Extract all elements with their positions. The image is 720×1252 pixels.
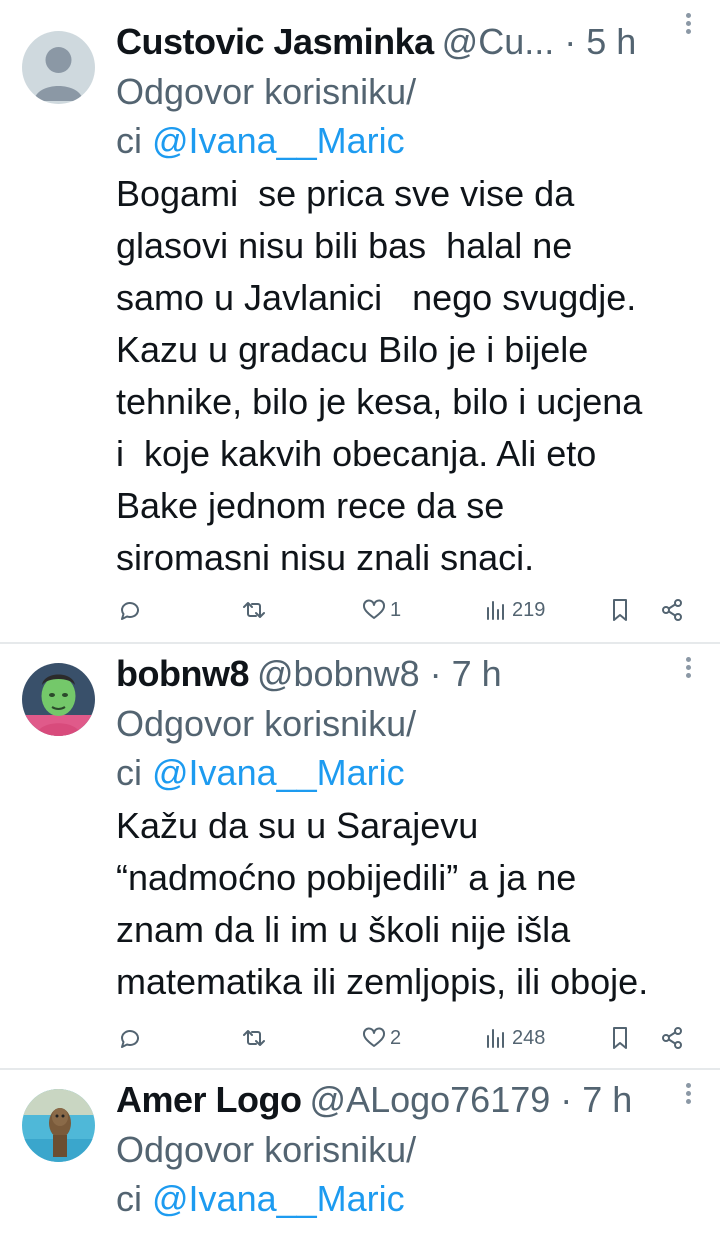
author-handle-time[interactable]: @Cu... · 5 h (442, 19, 637, 65)
profile-picture (22, 663, 95, 736)
like-button[interactable]: 1 (360, 590, 401, 630)
author-name[interactable]: bobnw8 (116, 651, 249, 697)
reply-button[interactable] (116, 590, 144, 630)
action-bar: 1 219 (116, 590, 706, 630)
views-button[interactable]: 219 (482, 590, 545, 630)
views-icon (487, 601, 504, 620)
views-count: 248 (512, 1026, 546, 1049)
tweet-text: Kažu da su u Sarajevu “nadmoćno pobijedi… (116, 805, 649, 1002)
tweet-text: Bogami se prica sve vise da glasovi nisu… (116, 173, 643, 578)
retweet-icon (243, 602, 265, 618)
default-avatar-icon (22, 31, 95, 104)
retweet-button[interactable] (240, 1018, 268, 1058)
bookmark-icon (613, 599, 627, 621)
author-handle-time[interactable]: @bobnw8 · 7 h (257, 651, 502, 697)
avatar[interactable] (22, 1089, 95, 1162)
reply-context: Odgovor korisniku/ ci @Ivana__Maric (116, 699, 706, 797)
reply-mention-link[interactable]: @Ivana__Maric (152, 752, 405, 793)
tweet[interactable]: Amer Logo @ALogo76179 · 7 h Odgovor kori… (0, 1070, 720, 1252)
bookmark-icon (613, 1027, 627, 1049)
reply-prefix: Odgovor korisniku/ (116, 71, 417, 112)
views-button[interactable]: 248 (482, 1018, 545, 1058)
avatar[interactable] (22, 663, 95, 736)
tweet-content: Custovic Jasminka @Cu... · 5 h Odgovor k… (116, 19, 706, 584)
avatar[interactable] (22, 31, 95, 104)
author-handle-time[interactable]: @ALogo76179 · 7 h (310, 1077, 633, 1123)
tweet[interactable]: bobnw8 @bobnw8 · 7 h Odgovor korisniku/ … (0, 644, 720, 1068)
profile-picture (22, 1089, 95, 1162)
tweet-content: bobnw8 @bobnw8 · 7 h Odgovor korisniku/ … (116, 651, 706, 1008)
like-button[interactable]: 2 (360, 1018, 401, 1058)
reply-mention-link[interactable]: @Ivana__Maric (152, 120, 405, 161)
tweet-header: bobnw8 @bobnw8 · 7 h (116, 651, 706, 697)
share-icon (662, 599, 682, 621)
share-button[interactable] (658, 1018, 686, 1058)
like-icon (363, 1027, 385, 1047)
reply-icon (121, 602, 139, 620)
reply-button[interactable] (116, 1018, 144, 1058)
reply-prefix-cont: ci (116, 120, 152, 161)
views-count: 219 (512, 598, 546, 621)
tweet[interactable]: Custovic Jasminka @Cu... · 5 h Odgovor k… (0, 0, 720, 642)
reply-prefix-cont: ci (116, 752, 152, 793)
reply-icon (121, 1030, 139, 1048)
author-name[interactable]: Amer Logo (116, 1077, 302, 1123)
share-icon (662, 1027, 682, 1049)
reply-prefix-cont: ci (116, 1178, 152, 1219)
reply-context: Odgovor korisniku/ ci @Ivana__Maric (116, 1125, 706, 1223)
tweet-content: Amer Logo @ALogo76179 · 7 h Odgovor kori… (116, 1077, 706, 1223)
tweet-header: Custovic Jasminka @Cu... · 5 h (116, 19, 706, 65)
like-count: 1 (390, 598, 402, 621)
bookmark-button[interactable] (606, 590, 634, 630)
views-icon (487, 1029, 504, 1048)
retweet-button[interactable] (240, 590, 268, 630)
like-count: 2 (390, 1026, 402, 1049)
reply-prefix: Odgovor korisniku/ (116, 1129, 417, 1170)
reply-prefix: Odgovor korisniku/ (116, 703, 417, 744)
reply-context: Odgovor korisniku/ ci @Ivana__Maric (116, 67, 706, 165)
action-bar: 2 248 (116, 1018, 706, 1058)
tweet-header: Amer Logo @ALogo76179 · 7 h (116, 1077, 706, 1123)
bookmark-button[interactable] (606, 1018, 634, 1058)
reply-mention-link[interactable]: @Ivana__Maric (152, 1178, 405, 1219)
retweet-icon (243, 1030, 265, 1046)
author-name[interactable]: Custovic Jasminka (116, 19, 434, 65)
share-button[interactable] (658, 590, 686, 630)
like-icon (363, 599, 385, 619)
